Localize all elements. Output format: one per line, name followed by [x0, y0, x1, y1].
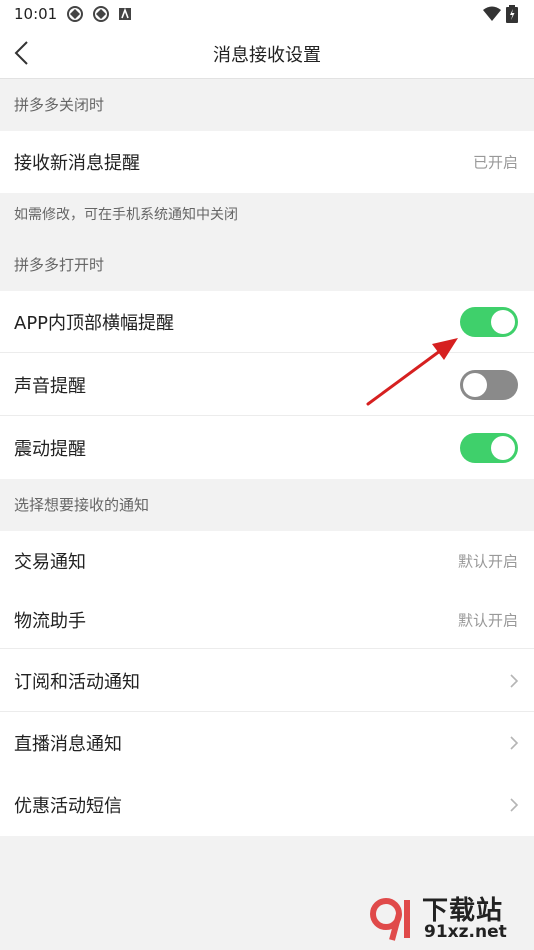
- section-header-choose-notifications: 选择想要接收的通知: [0, 479, 534, 531]
- row-label: 直播消息通知: [14, 734, 122, 755]
- chevron-right-icon: [510, 673, 519, 688]
- row-status-value: 默认开启: [457, 611, 518, 630]
- row-status-value: 默认开启: [457, 552, 518, 571]
- notification-a-icon: [119, 7, 131, 20]
- row-logistics-assistant: 物流助手 默认开启: [0, 591, 534, 649]
- annotation-arrow-icon: [366, 338, 458, 406]
- row-promotion-sms[interactable]: 优惠活动短信: [0, 774, 534, 836]
- battery-icon: [506, 5, 518, 23]
- toggle-knob: [491, 310, 515, 334]
- row-status-value: 已开启: [472, 153, 518, 172]
- section-note: 如需修改，可在手机系统通知中关闭: [0, 193, 534, 239]
- status-time: 10:01: [14, 5, 58, 23]
- wifi-icon: [483, 6, 501, 21]
- row-live-message-notice[interactable]: 直播消息通知: [0, 712, 534, 774]
- row-subscription-activity-notice[interactable]: 订阅和活动通知: [0, 649, 534, 712]
- toggle-knob: [491, 435, 515, 460]
- row-label: APP内顶部横幅提醒: [14, 313, 175, 334]
- watermark-url: 91xz.net: [424, 922, 507, 942]
- status-bar: 10:01: [0, 0, 534, 28]
- row-label: 震动提醒: [14, 438, 86, 460]
- row-receive-new-message: 接收新消息提醒 已开启: [0, 131, 534, 193]
- notification-app-icon: [93, 6, 109, 22]
- section-header-app-closed: 拼多多关闭时: [0, 79, 534, 131]
- watermark-91-icon: [370, 898, 410, 941]
- chevron-right-icon: [510, 736, 519, 750]
- row-label: 优惠活动短信: [14, 796, 122, 817]
- section-header-app-open: 拼多多打开时: [0, 239, 534, 291]
- row-vibration-reminder: 震动提醒: [0, 416, 534, 479]
- vibration-reminder-toggle[interactable]: [460, 432, 518, 463]
- row-label: 物流助手: [14, 611, 86, 632]
- row-label: 订阅和活动通知: [14, 671, 140, 693]
- row-transaction-notice: 交易通知 默认开启: [0, 531, 534, 591]
- navigation-bar: 消息接收设置: [0, 28, 534, 79]
- row-label: 接收新消息提醒: [14, 153, 140, 174]
- row-label: 交易通知: [14, 552, 86, 573]
- notification-app-icon: [67, 6, 83, 22]
- page-title: 消息接收设置: [213, 45, 321, 66]
- chevron-right-icon: [510, 798, 519, 812]
- watermark-logo: 下载站 91xz.net: [370, 892, 530, 944]
- row-label: 声音提醒: [14, 375, 86, 397]
